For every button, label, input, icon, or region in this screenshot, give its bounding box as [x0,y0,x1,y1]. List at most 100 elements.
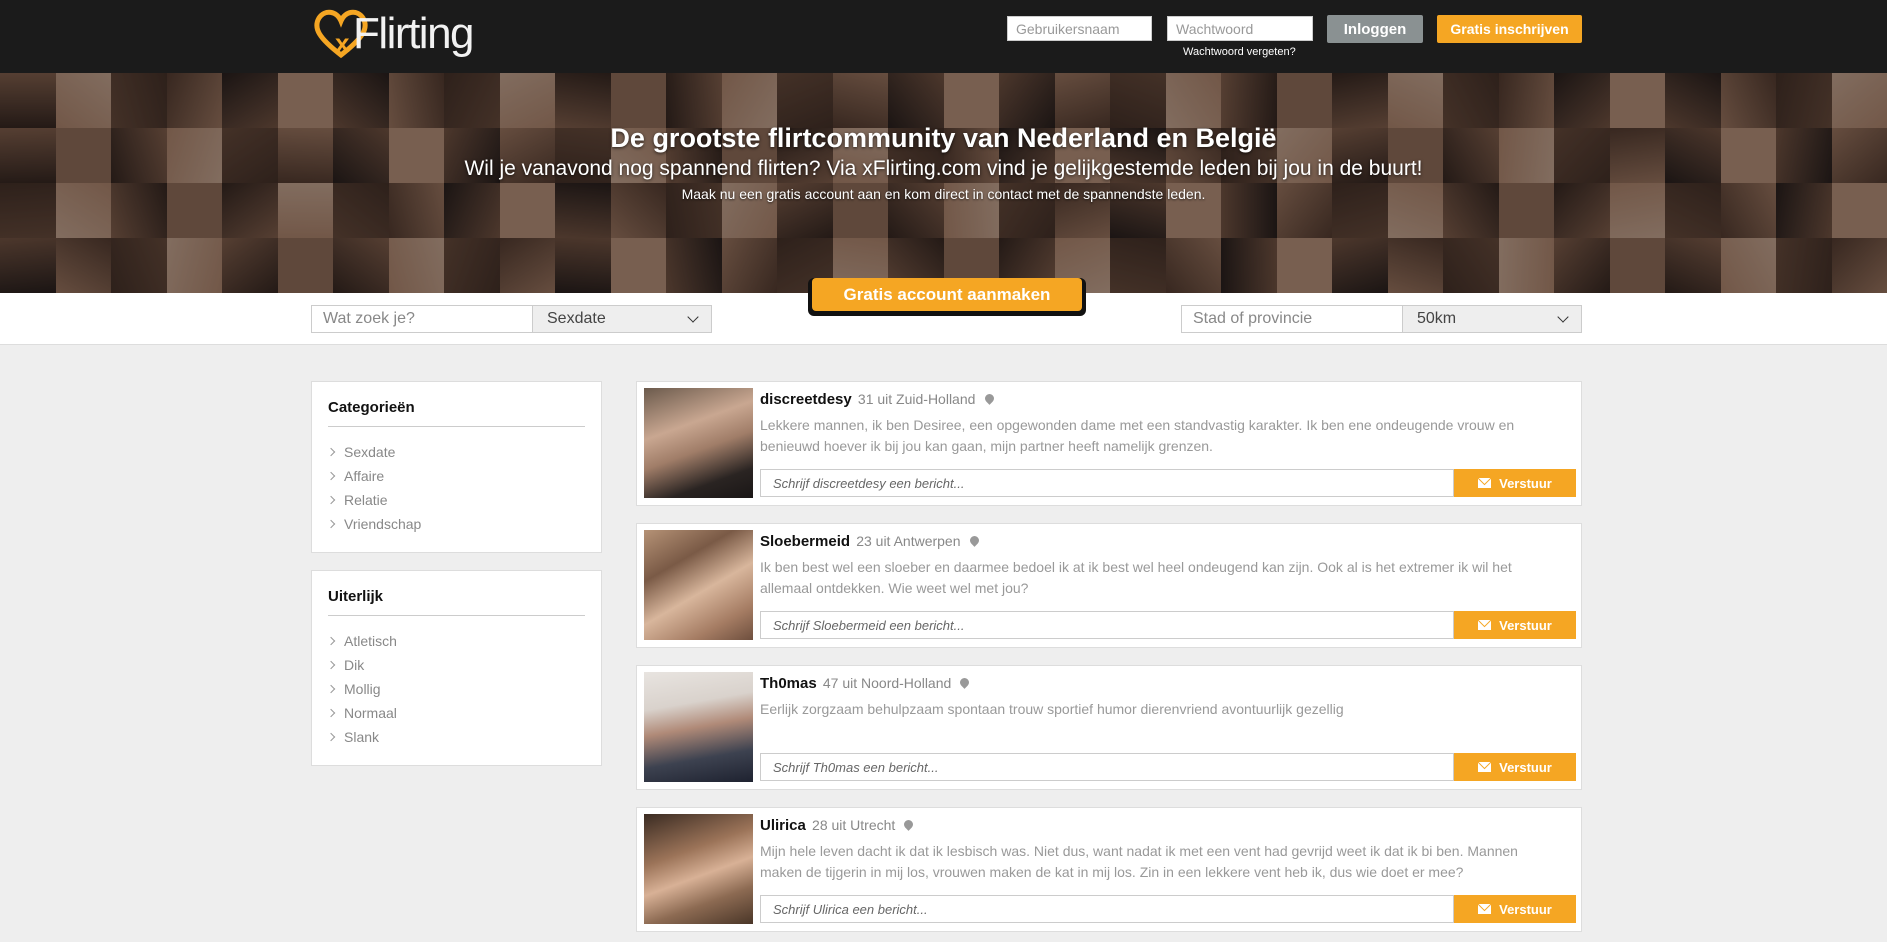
hero-subtext: Maak nu een gratis account aan en kom di… [681,186,1206,202]
appearance-item[interactable]: Normaal [326,701,397,725]
category-select-value: Sexdate [547,310,606,327]
chevron-right-icon [326,519,336,529]
category-select[interactable]: Sexdate [532,305,712,333]
category-label: Vriendschap [344,516,422,532]
profile-meta: 47 uit Noord-Holland [822,675,952,691]
category-label: Relatie [344,492,388,508]
password-input[interactable]: Wachtwoord [1167,16,1313,41]
categories-panel: Categorieën Sexdate Affaire Relatie Vrie… [311,381,602,553]
distance-select[interactable]: 50km [1402,305,1582,333]
chevron-right-icon [326,708,336,718]
appearance-item[interactable]: Dik [326,653,397,677]
profile-name[interactable]: Th0mas [760,675,817,692]
send-label: Verstuur [1499,617,1552,633]
category-item[interactable]: Vriendschap [326,512,422,536]
profile-meta: 28 uit Utrecht [812,817,896,833]
top-navbar: x Flirting Gebruikersnaam Wachtwoord Inl… [0,0,1887,73]
send-button[interactable]: Verstuur [1454,753,1576,781]
envelope-icon [1478,620,1492,630]
profile-meta: 31 uit Zuid-Holland [857,391,976,407]
location-pin-icon [967,534,981,547]
chevron-right-icon [326,660,336,670]
category-label: Affaire [344,468,385,484]
profile-description: Ik ben best wel een sloeber en daarmee b… [760,559,1512,596]
profile-header: Sloebermeid 23 uit Antwerpen [760,533,981,550]
category-label: Sexdate [344,444,396,460]
signup-button[interactable]: Gratis inschrijven [1437,15,1582,43]
profile-header: Ulirica 28 uit Utrecht [760,817,916,834]
profile-photo[interactable] [644,672,753,782]
chevron-right-icon [326,495,336,505]
message-input[interactable]: Schrijf Th0mas een bericht... [760,753,1454,781]
chevron-right-icon [326,447,336,457]
send-button[interactable]: Verstuur [1454,895,1576,923]
send-label: Verstuur [1499,475,1552,491]
profile-name[interactable]: Sloebermeid [760,533,850,550]
hero-title: De grootste flirtcommunity van Nederland… [610,123,1277,153]
appearance-panel: Uiterlijk Atletisch Dik Mollig Normaal S… [311,570,602,766]
profile-card: Ulirica 28 uit Utrecht Mijn hele leven d… [636,807,1582,932]
search-input[interactable]: Wat zoek je? [311,305,533,333]
send-button[interactable]: Verstuur [1454,611,1576,639]
category-item[interactable]: Sexdate [326,440,421,464]
forgot-password-link[interactable]: Wachtwoord vergeten? [1183,46,1296,58]
profile-description: Eerlijk zorgzaam behulpzaam spontaan tro… [760,701,1344,717]
profile-description: Lekkere mannen, ik ben Desiree, een opge… [760,417,1515,454]
categories-list: Sexdate Affaire Relatie Vriendschap [326,440,422,536]
chevron-down-icon [1557,311,1569,323]
appearance-label: Slank [344,729,380,745]
appearance-item[interactable]: Mollig [326,677,397,701]
profile-photo[interactable] [644,388,753,498]
username-input[interactable]: Gebruikersnaam [1007,16,1152,41]
svg-text:x: x [335,28,350,58]
cta-wrapper: Gratis account aanmaken [808,278,1086,316]
chevron-right-icon [326,732,336,742]
divider [328,426,585,427]
location-input[interactable]: Stad of provincie [1181,305,1403,333]
hero-overlay [0,73,1887,293]
location-pin-icon [902,818,916,831]
hero-banner: De grootste flirtcommunity van Nederland… [0,73,1887,293]
chevron-right-icon [326,471,336,481]
envelope-icon [1478,478,1492,488]
appearance-item[interactable]: Atletisch [326,629,397,653]
profile-card: discreetdesy 31 uit Zuid-Holland Lekkere… [636,381,1582,506]
distance-select-value: 50km [1417,310,1457,327]
chevron-down-icon [687,311,699,323]
profile-meta: 23 uit Antwerpen [856,533,961,549]
send-label: Verstuur [1499,901,1552,917]
login-button[interactable]: Inloggen [1327,15,1423,43]
envelope-icon [1478,762,1492,772]
profile-name[interactable]: Ulirica [760,817,806,834]
envelope-icon [1478,904,1492,914]
profile-header: discreetdesy 31 uit Zuid-Holland [760,391,996,408]
location-pin-icon [958,676,972,689]
message-input[interactable]: Schrijf Sloebermeid een bericht... [760,611,1454,639]
message-input[interactable]: Schrijf discreetdesy een bericht... [760,469,1454,497]
profile-photo[interactable] [644,530,753,640]
appearance-label: Normaal [344,705,397,721]
profile-name[interactable]: discreetdesy [760,391,852,408]
profile-card: Th0mas 47 uit Noord-Holland Eerlijk zorg… [636,665,1582,790]
appearance-label: Dik [344,657,365,673]
create-account-button[interactable]: Gratis account aanmaken [812,278,1082,311]
profile-card: Sloebermeid 23 uit Antwerpen Ik ben best… [636,523,1582,648]
profile-header: Th0mas 47 uit Noord-Holland [760,675,972,692]
site-logo[interactable]: x Flirting [311,6,475,62]
send-button[interactable]: Verstuur [1454,469,1576,497]
appearance-label: Mollig [344,681,381,697]
category-item[interactable]: Affaire [326,464,421,488]
logo-text: Flirting [353,9,475,58]
categories-title: Categorieën [328,399,415,416]
category-item[interactable]: Relatie [326,488,421,512]
chevron-right-icon [326,636,336,646]
profile-photo[interactable] [644,814,753,924]
appearance-item[interactable]: Slank [326,725,397,749]
appearance-label: Atletisch [344,633,397,649]
appearance-title: Uiterlijk [328,588,384,605]
profile-description: Mijn hele leven dacht ik dat ik lesbisch… [760,843,1518,880]
divider [328,615,585,616]
message-input[interactable]: Schrijf Ulirica een bericht... [760,895,1454,923]
appearance-list: Atletisch Dik Mollig Normaal Slank [326,629,397,749]
hero-subtitle: Wil je vanavond nog spannend flirten? Vi… [464,157,1423,180]
